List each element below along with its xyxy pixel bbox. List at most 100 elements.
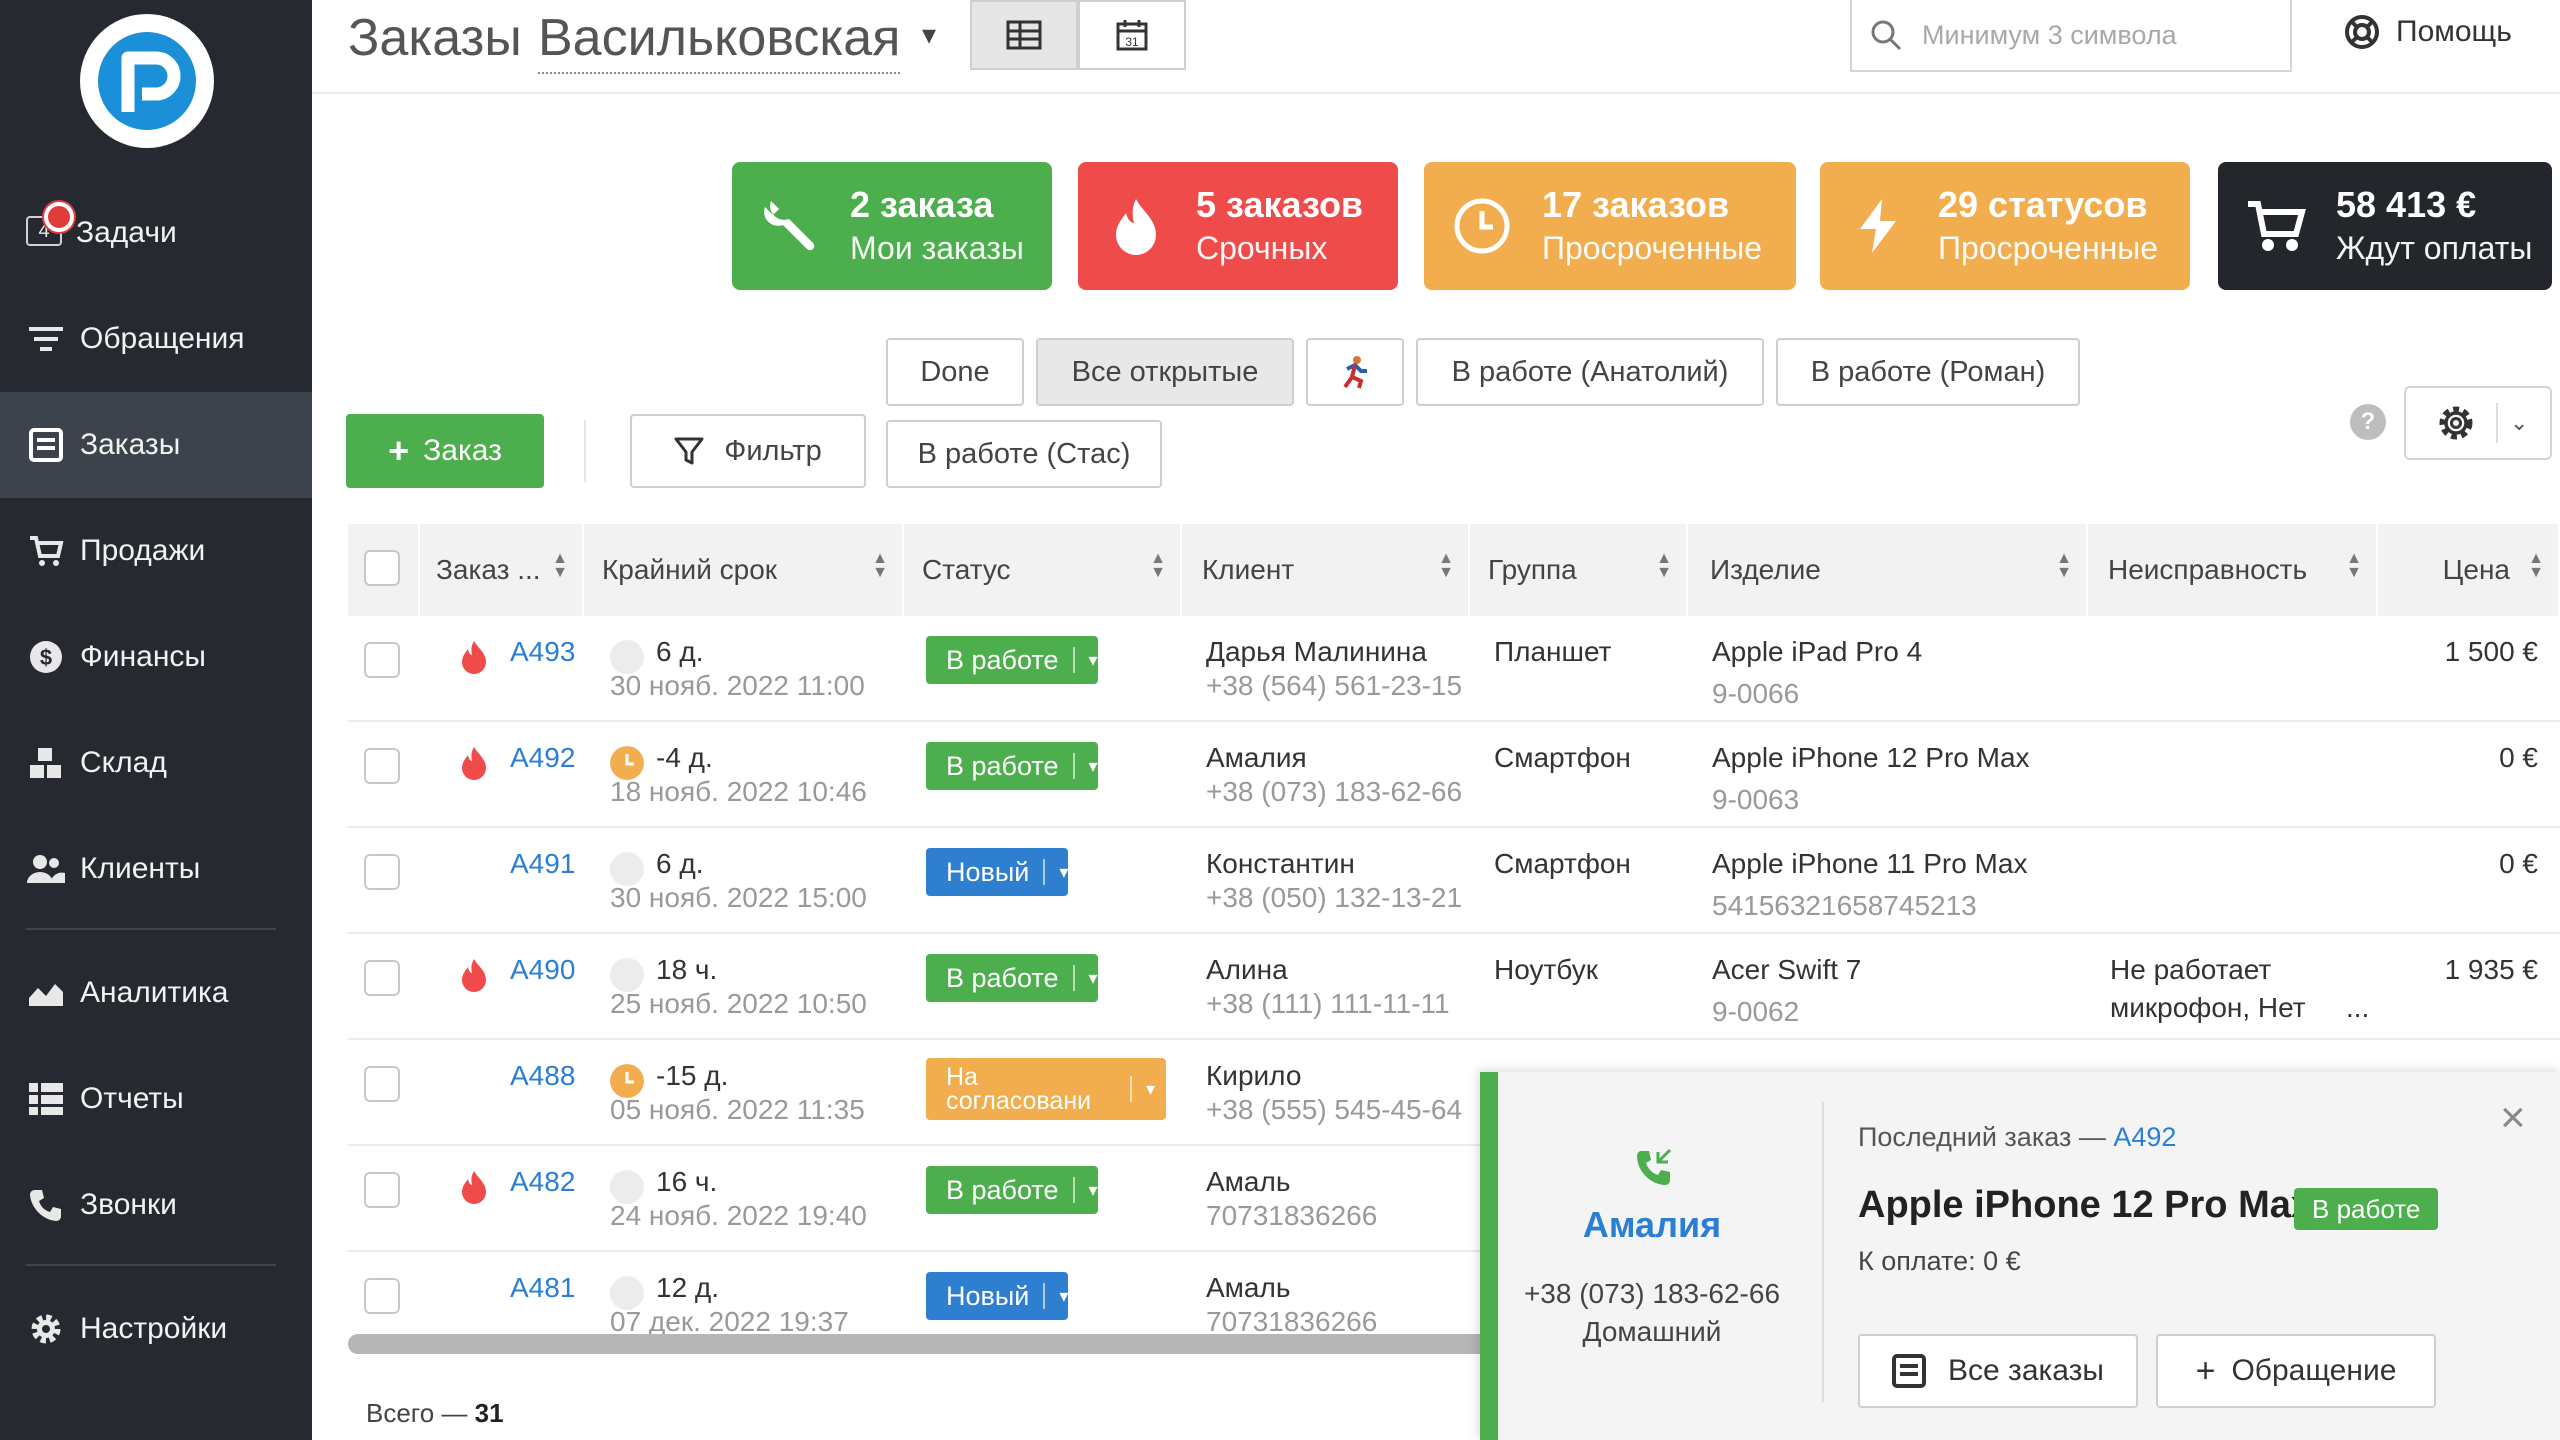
order-link[interactable]: A481: [510, 1272, 575, 1304]
card-urgent[interactable]: 5 заказов Срочных: [1078, 162, 1398, 290]
calendar-view-button[interactable]: 31: [1078, 0, 1186, 70]
filter-button[interactable]: Фильтр: [630, 414, 866, 488]
row-checkbox[interactable]: [364, 960, 400, 996]
search-input[interactable]: [1922, 19, 2262, 51]
sidebar-item-clients[interactable]: Клиенты: [0, 816, 312, 922]
column-client[interactable]: Клиент ▲ ▼: [1182, 524, 1470, 616]
row-checkbox[interactable]: [364, 1278, 400, 1314]
column-issue[interactable]: Неисправность ▲ ▼: [2088, 524, 2378, 616]
sidebar-item-label: Аналитика: [80, 976, 229, 1009]
sidebar-item-label: Заказы: [80, 428, 181, 461]
table-row[interactable]: A490 18 ч. 25 нояб. 2022 10:50 В работе ▾…: [348, 934, 2560, 1040]
help-button[interactable]: Помощь: [2344, 14, 2512, 50]
sidebar-item-label: Склад: [80, 746, 167, 779]
sidebar-item-sales[interactable]: Продажи: [0, 498, 312, 604]
card-my-orders[interactable]: 2 заказа Мои заказы: [732, 162, 1052, 290]
table-view-button[interactable]: [970, 0, 1078, 70]
column-label: Изделие: [1710, 554, 1821, 585]
card-awaiting-payment[interactable]: 58 413 € Ждут оплаты: [2218, 162, 2552, 290]
calendar-icon: 31: [1116, 20, 1148, 51]
column-label: Крайний срок: [602, 554, 778, 585]
app-logo[interactable]: [80, 14, 214, 148]
card-overdue-orders[interactable]: 17 заказов Просроченные: [1424, 162, 1796, 290]
close-icon[interactable]: ×: [2500, 1096, 2526, 1140]
all-orders-button[interactable]: Все заказы: [1858, 1334, 2138, 1408]
tab-in-work-roman[interactable]: В работе (Роман): [1776, 338, 2080, 406]
column-deadline[interactable]: Крайний срок ▲ ▼: [584, 524, 904, 616]
tab-in-work-stas[interactable]: В работе (Стас): [886, 420, 1162, 488]
sidebar-item-calls[interactable]: Звонки: [0, 1152, 312, 1258]
row-checkbox[interactable]: [364, 1172, 400, 1208]
chevron-down-icon: ▾: [1130, 1076, 1155, 1102]
flame-icon: [462, 959, 486, 992]
status-dropdown[interactable]: В работе ▾: [926, 636, 1098, 684]
status-dropdown[interactable]: Новый ▾: [926, 1272, 1069, 1320]
sidebar-item-analytics[interactable]: Аналитика: [0, 940, 312, 1046]
new-order-button[interactable]: + Заказ: [346, 414, 544, 488]
amount-due: К оплате: 0 €: [1858, 1246, 2021, 1276]
table-row[interactable]: A491 6 д. 30 нояб. 2022 15:00 Новый ▾ Кон…: [348, 828, 2560, 934]
branch-selector[interactable]: Васильковская: [538, 8, 901, 74]
column-device[interactable]: Изделие ▲ ▼: [1688, 524, 2088, 616]
last-order-link[interactable]: A492: [2113, 1122, 2176, 1152]
column-order[interactable]: Заказ ... ▲ ▼: [420, 524, 584, 616]
orders-icon: [26, 425, 66, 465]
sidebar-item-finance[interactable]: $ Финансы: [0, 604, 312, 710]
card-overdue-statuses[interactable]: 29 статусов Просроченные: [1820, 162, 2190, 290]
client-phone: +38 (564) 561-23-15: [1206, 670, 1463, 701]
sidebar-item-tasks[interactable]: Задачи: [0, 180, 312, 286]
status-dropdown[interactable]: В работе ▾: [926, 954, 1098, 1002]
caller-phone-type: Домашний: [1582, 1316, 1722, 1347]
last-order: Последний заказ — A492: [1858, 1122, 2176, 1153]
row-checkbox[interactable]: [364, 854, 400, 890]
sidebar: 4 Задачи Обращения Заказы Продажи $ Фина…: [0, 0, 312, 1440]
issue-text: Не работает: [2110, 954, 2272, 985]
order-link[interactable]: A490: [510, 954, 575, 986]
tab-runner[interactable]: [1306, 338, 1404, 406]
order-link[interactable]: A482: [510, 1166, 575, 1198]
status-dropdown[interactable]: В работе ▾: [926, 742, 1098, 790]
help-question-icon[interactable]: ?: [2350, 404, 2386, 440]
sidebar-item-reports[interactable]: Отчеты: [0, 1046, 312, 1152]
issue-more[interactable]: ...: [2346, 992, 2369, 1024]
status-dropdown[interactable]: На согласовани ▾: [926, 1058, 1166, 1120]
column-label: Группа: [1488, 554, 1577, 585]
order-link[interactable]: A491: [510, 848, 575, 880]
sidebar-item-warehouse[interactable]: Склад: [0, 710, 312, 816]
chevron-down-icon: ▾: [1043, 859, 1068, 885]
card-title: 58 413 €: [2336, 184, 2477, 225]
select-all-checkbox[interactable]: [364, 550, 400, 586]
page-title: Заказы: [348, 9, 522, 67]
chevron-down-icon[interactable]: ▾: [922, 18, 936, 51]
orders-icon: [1892, 1354, 1927, 1388]
clock-icon: [610, 1170, 644, 1204]
row-checkbox[interactable]: [364, 642, 400, 678]
table-row[interactable]: A493 6 д. 30 нояб. 2022 11:00 В работе ▾ …: [348, 616, 2560, 722]
order-link[interactable]: A488: [510, 1060, 575, 1092]
last-order-device: Apple iPhone 12 Pro Max: [1858, 1184, 2312, 1226]
column-group[interactable]: Группа ▲ ▼: [1470, 524, 1688, 616]
deadline-date: 07 дек. 2022 19:37: [610, 1306, 849, 1334]
table-settings-button[interactable]: ⌄: [2404, 386, 2552, 460]
tab-in-work-anatoliy[interactable]: В работе (Анатолий): [1416, 338, 1764, 406]
tab-all-open[interactable]: Все открытые: [1036, 338, 1294, 406]
sort-icon: ▲ ▼: [552, 550, 568, 581]
status-label: В работе: [946, 1174, 1059, 1205]
nav-divider: [26, 928, 276, 930]
table-row[interactable]: A492 -4 д. 18 нояб. 2022 10:46 В работе ▾…: [348, 722, 2560, 828]
order-link[interactable]: A493: [510, 636, 575, 668]
order-link[interactable]: A492: [510, 742, 575, 774]
sidebar-item-settings[interactable]: Настройки: [0, 1276, 312, 1382]
column-status[interactable]: Статус ▲ ▼: [904, 524, 1182, 616]
sidebar-item-orders[interactable]: Заказы: [0, 392, 312, 498]
row-checkbox[interactable]: [364, 748, 400, 784]
sidebar-item-appeals[interactable]: Обращения: [0, 286, 312, 392]
row-checkbox[interactable]: [364, 1066, 400, 1102]
tab-done[interactable]: Done: [886, 338, 1024, 406]
status-dropdown[interactable]: В работе ▾: [926, 1166, 1098, 1214]
status-dropdown[interactable]: Новый ▾: [926, 848, 1069, 896]
status-label: Новый: [946, 1280, 1030, 1311]
column-price[interactable]: Цена ▲ ▼: [2378, 524, 2560, 616]
caller-name[interactable]: Амалия: [1498, 1204, 1806, 1246]
new-appeal-button[interactable]: + Обращение: [2156, 1334, 2436, 1408]
